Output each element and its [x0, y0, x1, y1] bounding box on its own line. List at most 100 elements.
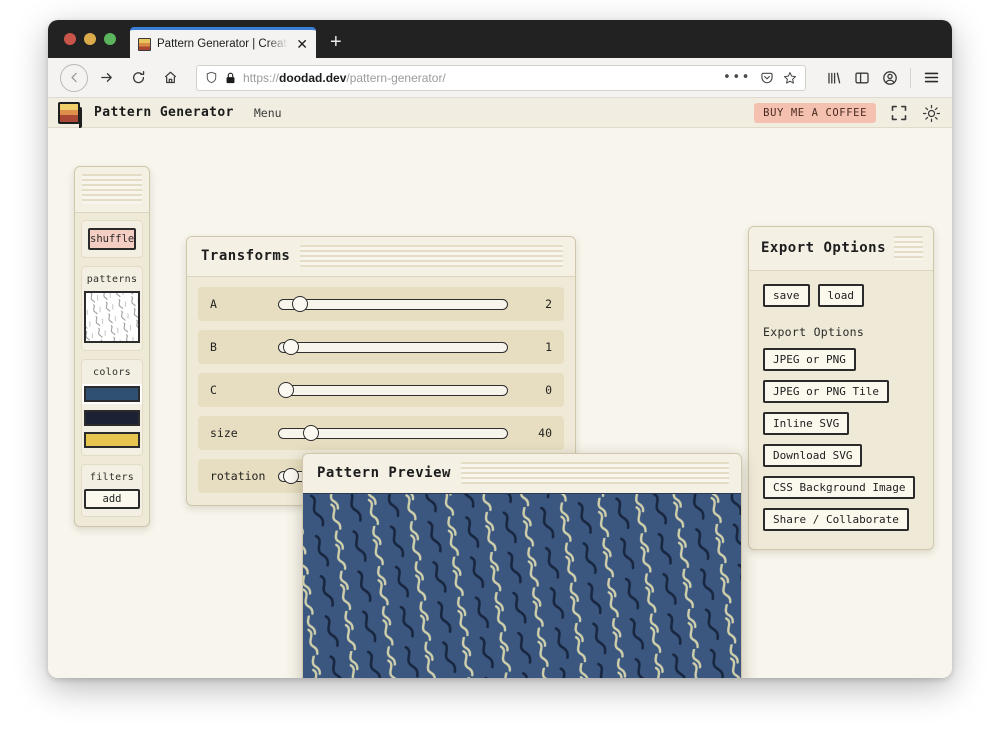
- pattern-preview-canvas[interactable]: [303, 493, 741, 678]
- drag-grip-icon[interactable]: [460, 462, 729, 484]
- close-window-button[interactable]: [64, 33, 76, 45]
- browser-tab[interactable]: Pattern Generator | Create Sea ✕: [130, 27, 316, 58]
- hamburger-menu-icon[interactable]: [923, 69, 940, 86]
- colors-group: colors: [81, 359, 143, 456]
- save-button[interactable]: save: [763, 284, 810, 307]
- slider-thumb[interactable]: [278, 382, 294, 398]
- forward-arrow-icon[interactable]: [92, 64, 120, 92]
- export-button-jpeg-or-png[interactable]: JPEG or PNG: [763, 348, 856, 371]
- slider-thumb[interactable]: [291, 296, 308, 312]
- slider-track[interactable]: [278, 385, 508, 396]
- pattern-preview-window: Pattern Preview: [302, 453, 742, 678]
- add-filter-button[interactable]: add: [84, 489, 140, 509]
- load-button[interactable]: load: [817, 284, 864, 307]
- library-icon[interactable]: [826, 70, 842, 86]
- sidebar-titlebar[interactable]: [75, 167, 149, 213]
- slider-value: 1: [545, 340, 552, 354]
- new-tab-button[interactable]: +: [330, 32, 342, 52]
- shield-icon[interactable]: [205, 71, 218, 84]
- save-load-row: save load: [763, 284, 919, 307]
- shuffle-group: shuffle: [81, 220, 143, 258]
- slider-label: size: [210, 426, 238, 440]
- color-swatch-golden-yellow[interactable]: [84, 432, 140, 448]
- slider-row-C: C0: [198, 373, 564, 407]
- patterns-group: patterns: [81, 266, 143, 351]
- slider-B[interactable]: [278, 339, 508, 355]
- toolbar-divider: [910, 67, 911, 88]
- export-button-download-svg[interactable]: Download SVG: [763, 444, 863, 467]
- layers-logo-icon: [58, 101, 82, 128]
- app-menu-button[interactable]: Menu: [254, 106, 282, 120]
- transforms-title: Transforms: [201, 248, 291, 264]
- drag-grip-icon[interactable]: [82, 174, 142, 204]
- tab-title: Pattern Generator | Create Sea: [157, 38, 288, 50]
- shuffle-button[interactable]: shuffle: [88, 228, 136, 250]
- slider-label: A: [210, 297, 217, 311]
- slider-row-size: size 40: [198, 416, 564, 450]
- slider-C[interactable]: [278, 382, 508, 398]
- slider-thumb[interactable]: [282, 339, 299, 355]
- browser-toolbar-icons: [818, 67, 940, 88]
- app-viewport: Pattern Generator Menu BUY ME A COFFEE s…: [48, 98, 952, 678]
- slider-track[interactable]: [278, 299, 508, 310]
- slider-row-A: A2: [198, 287, 564, 321]
- pattern-thumbnail[interactable]: [84, 291, 140, 343]
- slider-value: 0: [545, 383, 552, 397]
- drag-grip-icon[interactable]: [894, 236, 923, 260]
- color-swatch-steel-blue[interactable]: [84, 386, 140, 402]
- export-button-list: JPEG or PNG JPEG or PNG Tile Inline SVG Dow…: [763, 348, 919, 531]
- slider-thumb[interactable]: [282, 468, 299, 484]
- sun-icon[interactable]: [922, 104, 941, 122]
- slider-value: 40: [538, 426, 552, 440]
- buy-me-a-coffee-button[interactable]: BUY ME A COFFEE: [754, 102, 876, 123]
- pattern-svg: [303, 494, 741, 678]
- account-icon[interactable]: [882, 70, 898, 86]
- export-section-label: Export Options: [763, 325, 865, 339]
- pattern-thumbnail-svg: [86, 293, 138, 341]
- export-button-inline-svg[interactable]: Inline SVG: [763, 412, 850, 435]
- export-button-jpeg-or-png-tile[interactable]: JPEG or PNG Tile: [763, 380, 889, 403]
- favicon-icon: [138, 37, 151, 51]
- navigation-toolbar: https://doodad.dev/pattern-generator/ ••…: [48, 58, 952, 98]
- export-button-css-background-image[interactable]: CSS Background Image: [763, 476, 916, 499]
- preview-titlebar[interactable]: Pattern Preview: [303, 454, 741, 493]
- minimize-window-button[interactable]: [84, 33, 96, 45]
- star-icon[interactable]: [783, 71, 797, 85]
- app-header: Pattern Generator Menu BUY ME A COFFEE: [48, 98, 952, 128]
- colors-label: colors: [93, 367, 131, 378]
- color-swatch-dark-navy[interactable]: [84, 410, 140, 426]
- page-title: Pattern Generator: [94, 105, 234, 120]
- tab-strip: Pattern Generator | Create Sea ✕ +: [48, 20, 952, 58]
- slider-value: 2: [545, 297, 552, 311]
- url-text: https://doodad.dev/pattern-generator/: [243, 70, 446, 85]
- slider-row-B: B1: [198, 330, 564, 364]
- ellipsis-icon[interactable]: •••: [723, 71, 751, 84]
- slider-label: B: [210, 340, 217, 354]
- window-traffic-lights: [48, 20, 130, 58]
- preview-title: Pattern Preview: [317, 465, 451, 481]
- fullscreen-icon[interactable]: [890, 104, 908, 122]
- patterns-label: patterns: [86, 274, 138, 285]
- slider-A[interactable]: [278, 296, 508, 312]
- slider-label: rotation: [210, 469, 266, 483]
- transforms-titlebar[interactable]: Transforms: [187, 237, 575, 277]
- sidebar-icon[interactable]: [854, 70, 870, 86]
- slider-track[interactable]: [278, 342, 508, 353]
- home-icon[interactable]: [156, 64, 184, 92]
- drag-grip-icon[interactable]: [300, 245, 563, 267]
- export-titlebar[interactable]: Export Options: [749, 227, 933, 271]
- export-options-panel: Export Options save load Export Options …: [748, 226, 934, 550]
- export-button-share-collaborate[interactable]: Share / Collaborate: [763, 508, 909, 531]
- reload-icon[interactable]: [124, 64, 152, 92]
- filters-label: filters: [89, 472, 135, 483]
- browser-window: Pattern Generator | Create Sea ✕ +: [48, 20, 952, 678]
- close-icon[interactable]: ✕: [294, 37, 310, 51]
- lock-icon: [225, 72, 236, 84]
- pocket-icon[interactable]: [760, 71, 774, 85]
- slider-label: C: [210, 383, 217, 397]
- slider-size[interactable]: [278, 425, 508, 441]
- url-bar[interactable]: https://doodad.dev/pattern-generator/ ••…: [196, 64, 806, 91]
- back-arrow-icon[interactable]: [60, 63, 88, 92]
- tools-sidebar-panel: shuffle patterns colors filters add: [74, 166, 150, 527]
- maximize-window-button[interactable]: [104, 33, 116, 45]
